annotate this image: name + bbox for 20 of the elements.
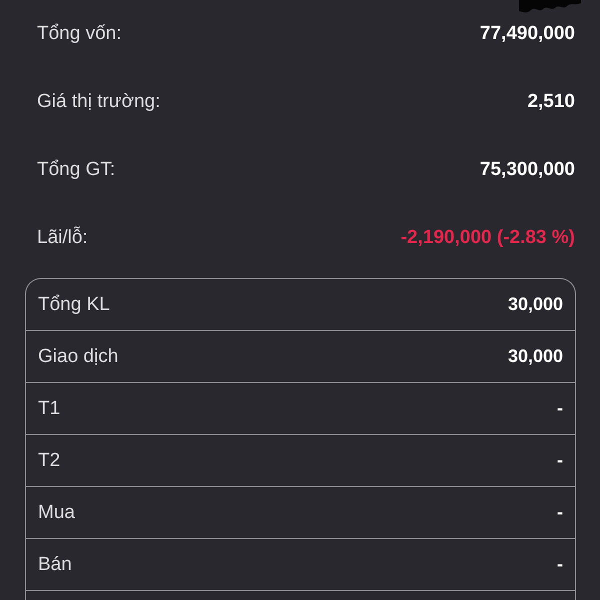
row-label: Giao dịch <box>38 346 118 368</box>
field-value: 75,300,000 <box>480 159 575 181</box>
row-label: Mua <box>38 502 75 524</box>
row-label: T2 <box>38 450 60 472</box>
field-label: Lãi/lỗ: <box>37 227 88 249</box>
row-label: Tổng KL <box>38 294 110 316</box>
row-value: - <box>557 398 563 419</box>
field-label: Giá thị trường: <box>37 91 160 113</box>
row-value: 30,000 <box>508 294 563 315</box>
field-label: Tổng GT: <box>37 159 116 181</box>
row-value: - <box>557 554 563 575</box>
field-value: 2,510 <box>527 91 575 113</box>
row-label: T1 <box>38 398 60 420</box>
field-label: Tổng vốn: <box>37 23 122 45</box>
row-label: Bán <box>38 554 72 576</box>
row-value: - <box>557 450 563 471</box>
row-value: 30,000 <box>508 346 563 367</box>
field-value: 77,490,000 <box>480 23 575 45</box>
field-value: -2,190,000 (-2.83 %) <box>400 227 575 249</box>
row-value: - <box>557 502 563 523</box>
